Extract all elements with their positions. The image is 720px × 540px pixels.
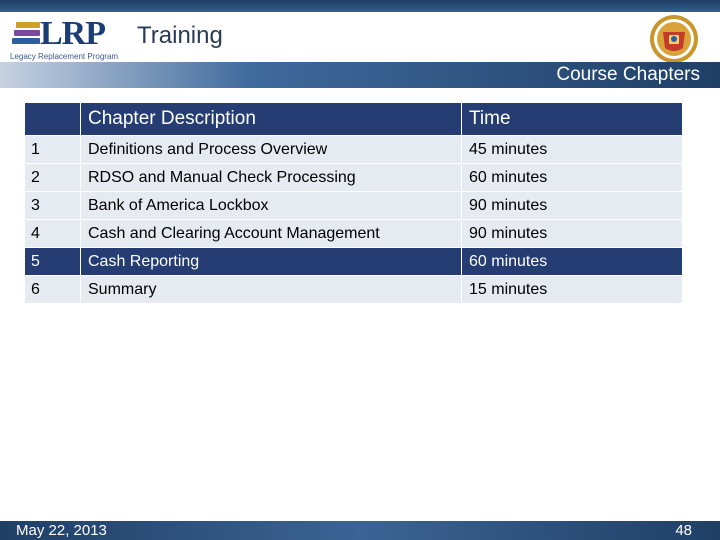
chapter-description: RDSO and Manual Check Processing — [81, 164, 461, 191]
chapter-number: 1 — [25, 136, 80, 163]
column-header-number — [25, 103, 80, 135]
chapter-time: 15 minutes — [462, 276, 682, 303]
column-header-description: Chapter Description — [81, 103, 461, 135]
chapter-time: 45 minutes — [462, 136, 682, 163]
logo-subtext: Legacy Replacement Program — [10, 52, 119, 61]
chapter-number: 4 — [25, 220, 80, 247]
table-row: 2 RDSO and Manual Check Processing 60 mi… — [25, 164, 682, 191]
chapter-time: 90 minutes — [462, 192, 682, 219]
logo-stripes — [10, 22, 40, 48]
county-seal-icon — [650, 15, 698, 63]
section-title: Course Chapters — [556, 64, 700, 85]
chapter-description: Summary — [81, 276, 461, 303]
chapter-time: 60 minutes — [462, 164, 682, 191]
course-chapters-table: Chapter Description Time 1 Definitions a… — [24, 102, 683, 304]
section-bar: Course Chapters — [0, 62, 720, 88]
page-number: 48 — [675, 522, 692, 539]
logo-wordmark: LRP — [40, 15, 106, 52]
app-title: Training — [137, 22, 223, 49]
chapter-description: Cash Reporting — [81, 248, 461, 275]
chapter-description: Bank of America Lockbox — [81, 192, 461, 219]
table-row: 3 Bank of America Lockbox 90 minutes — [25, 192, 682, 219]
table-header-row: Chapter Description Time — [25, 103, 682, 135]
table-row: 4 Cash and Clearing Account Management 9… — [25, 220, 682, 247]
slide-footer: May 22, 2013 48 — [0, 521, 720, 540]
table-row: 6 Summary 15 minutes — [25, 276, 682, 303]
column-header-time: Time — [462, 103, 682, 135]
chapter-time: 60 minutes — [462, 248, 682, 275]
chapter-description: Cash and Clearing Account Management — [81, 220, 461, 247]
chapter-number: 2 — [25, 164, 80, 191]
chapter-number: 5 — [25, 248, 80, 275]
footer-date: May 22, 2013 — [16, 522, 107, 539]
slide-header: LRP Legacy Replacement Program Training — [0, 12, 720, 64]
table-row-highlighted: 5 Cash Reporting 60 minutes — [25, 248, 682, 275]
chapter-number: 3 — [25, 192, 80, 219]
lrp-logo: LRP Legacy Replacement Program — [10, 15, 130, 64]
top-bar — [0, 0, 720, 12]
chapter-time: 90 minutes — [462, 220, 682, 247]
table-row: 1 Definitions and Process Overview 45 mi… — [25, 136, 682, 163]
chapter-number: 6 — [25, 276, 80, 303]
chapter-description: Definitions and Process Overview — [81, 136, 461, 163]
